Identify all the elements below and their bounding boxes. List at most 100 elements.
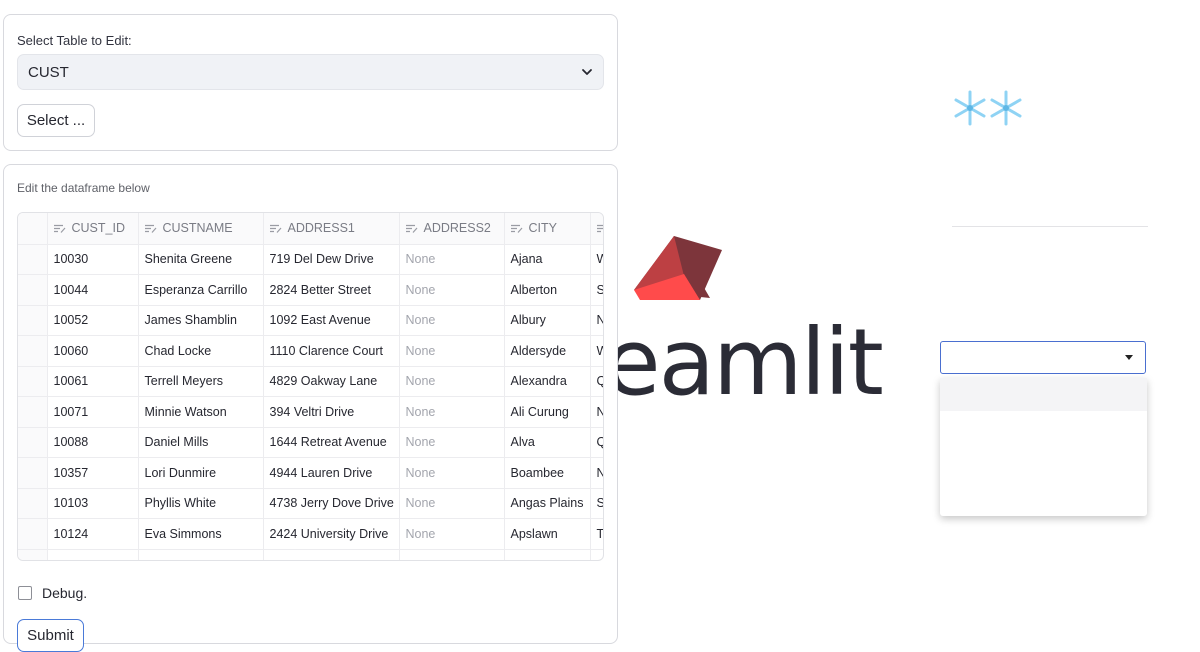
column-header[interactable]: CITY — [504, 213, 591, 245]
text-column-icon — [144, 225, 156, 234]
table-cell[interactable]: None — [399, 305, 505, 336]
table-cell[interactable]: Minnie Watson — [138, 396, 264, 428]
table-cell[interactable]: Esperanza Carrillo — [138, 274, 264, 306]
table-cell[interactable]: Terrell Meyers — [138, 366, 264, 397]
row-index-cell[interactable] — [18, 427, 48, 458]
select-table-label: Select Table to Edit: — [17, 33, 132, 48]
row-index-cell[interactable] — [18, 305, 48, 336]
table-cell[interactable]: None — [399, 518, 505, 550]
table-cell[interactable]: Ajana — [504, 244, 591, 275]
table-cell[interactable]: Q — [590, 427, 603, 458]
submit-button[interactable]: Submit — [17, 619, 84, 652]
table-cell[interactable]: None — [399, 488, 505, 519]
select-button[interactable]: Select ... — [17, 104, 95, 137]
table-cell[interactable]: 1110 Clarence Court — [263, 335, 400, 367]
text-column-icon — [596, 225, 603, 233]
table-select-form: Select Table to Edit: CUST Select ... — [3, 14, 618, 151]
debug-checkbox[interactable] — [18, 586, 32, 600]
table-cell[interactable]: Lori Dunmire — [138, 457, 264, 489]
table-cell[interactable]: 4738 Jerry Dove Drive — [263, 488, 400, 519]
data-editor-grid[interactable]: CUST_ID CUSTNAME ADDRESS1 ADDRESS2 CITY 1003… — [17, 212, 604, 561]
caret-down-icon — [1125, 355, 1133, 360]
row-index-cell[interactable] — [18, 457, 48, 489]
table-cell[interactable] — [263, 549, 400, 560]
table-cell[interactable]: 10044 — [47, 274, 139, 306]
column-header[interactable] — [590, 213, 603, 245]
table-cell[interactable]: None — [399, 366, 505, 397]
table-cell[interactable]: None — [399, 396, 505, 428]
background-dropdown-menu — [940, 378, 1147, 516]
column-header[interactable]: ADDRESS2 — [399, 213, 505, 245]
table-cell[interactable]: T — [590, 518, 603, 550]
chevron-down-icon — [582, 69, 592, 75]
table-cell[interactable]: Alexandra — [504, 366, 591, 397]
table-cell[interactable]: 10357 — [47, 457, 139, 489]
table-cell[interactable]: Phyllis White — [138, 488, 264, 519]
table-cell[interactable]: None — [399, 457, 505, 489]
table-body: 10030 Shenita Greene 719 Del Dew Drive None… — [18, 244, 603, 560]
table-selectbox[interactable]: CUST — [17, 54, 604, 90]
table-cell[interactable]: 10071 — [47, 396, 139, 428]
table-cell[interactable] — [18, 549, 48, 560]
table-cell[interactable]: Apslawn — [504, 518, 591, 550]
row-index-cell[interactable] — [18, 244, 48, 275]
debug-checkbox-row[interactable]: Debug. — [18, 585, 87, 601]
table-cell[interactable]: 10103 — [47, 488, 139, 519]
table-cell[interactable]: Eva Simmons — [138, 518, 264, 550]
table-cell[interactable]: 10030 — [47, 244, 139, 275]
table-cell[interactable]: 10124 — [47, 518, 139, 550]
table-cell[interactable]: None — [399, 274, 505, 306]
column-header[interactable]: CUSTNAME — [138, 213, 264, 245]
table-cell[interactable]: None — [399, 427, 505, 458]
table-cell[interactable]: 394 Veltri Drive — [263, 396, 400, 428]
table-cell[interactable]: 2424 University Drive — [263, 518, 400, 550]
table-cell[interactable]: W — [590, 244, 603, 275]
column-header-label: CUSTNAME — [162, 221, 233, 236]
table-cell[interactable]: Aldersyde — [504, 335, 591, 367]
table-cell[interactable]: 4829 Oakway Lane — [263, 366, 400, 397]
table-cell[interactable]: 10060 — [47, 335, 139, 367]
table-cell[interactable]: Alberton — [504, 274, 591, 306]
table-cell[interactable] — [590, 549, 603, 560]
table-cell[interactable]: 10052 — [47, 305, 139, 336]
table-cell[interactable]: 10061 — [47, 366, 139, 397]
table-cell[interactable]: Albury — [504, 305, 591, 336]
table-cell[interactable]: N — [590, 396, 603, 428]
row-index-cell[interactable] — [18, 488, 48, 519]
selectbox-value: CUST — [28, 64, 69, 81]
table-cell[interactable]: W — [590, 335, 603, 367]
table-cell[interactable]: 4944 Lauren Drive — [263, 457, 400, 489]
table-cell[interactable]: James Shamblin — [138, 305, 264, 336]
table-cell[interactable]: N — [590, 305, 603, 336]
table-cell[interactable]: S — [590, 488, 603, 519]
table-cell[interactable]: Daniel Mills — [138, 427, 264, 458]
table-cell[interactable]: Boambee — [504, 457, 591, 489]
table-cell[interactable]: 2824 Better Street — [263, 274, 400, 306]
table-cell[interactable]: S — [590, 274, 603, 306]
table-cell[interactable]: 1092 East Avenue — [263, 305, 400, 336]
table-cell[interactable]: Ali Curung — [504, 396, 591, 428]
table-cell[interactable]: Angas Plains — [504, 488, 591, 519]
table-cell[interactable]: Shenita Greene — [138, 244, 264, 275]
table-cell[interactable]: None — [399, 244, 505, 275]
table-cell[interactable]: 10088 — [47, 427, 139, 458]
column-header[interactable]: ADDRESS1 — [263, 213, 400, 245]
table-cell[interactable] — [47, 549, 139, 560]
table-row: 10124 Eva Simmons 2424 University Drive Non… — [18, 518, 603, 550]
table-cell[interactable] — [504, 549, 591, 560]
table-cell[interactable]: Chad Locke — [138, 335, 264, 367]
table-cell[interactable]: Q — [590, 366, 603, 397]
row-index-cell[interactable] — [18, 518, 48, 550]
table-cell[interactable]: N — [590, 457, 603, 489]
table-cell[interactable]: Alva — [504, 427, 591, 458]
row-index-cell[interactable] — [18, 274, 48, 306]
table-cell[interactable]: 719 Del Dew Drive — [263, 244, 400, 275]
table-cell[interactable]: None — [399, 335, 505, 367]
column-header[interactable]: CUST_ID — [47, 213, 139, 245]
table-cell[interactable] — [138, 549, 264, 560]
row-index-cell[interactable] — [18, 396, 48, 428]
row-index-cell[interactable] — [18, 366, 48, 397]
table-cell[interactable]: 1644 Retreat Avenue — [263, 427, 400, 458]
table-cell[interactable] — [399, 549, 505, 560]
row-index-cell[interactable] — [18, 335, 48, 367]
